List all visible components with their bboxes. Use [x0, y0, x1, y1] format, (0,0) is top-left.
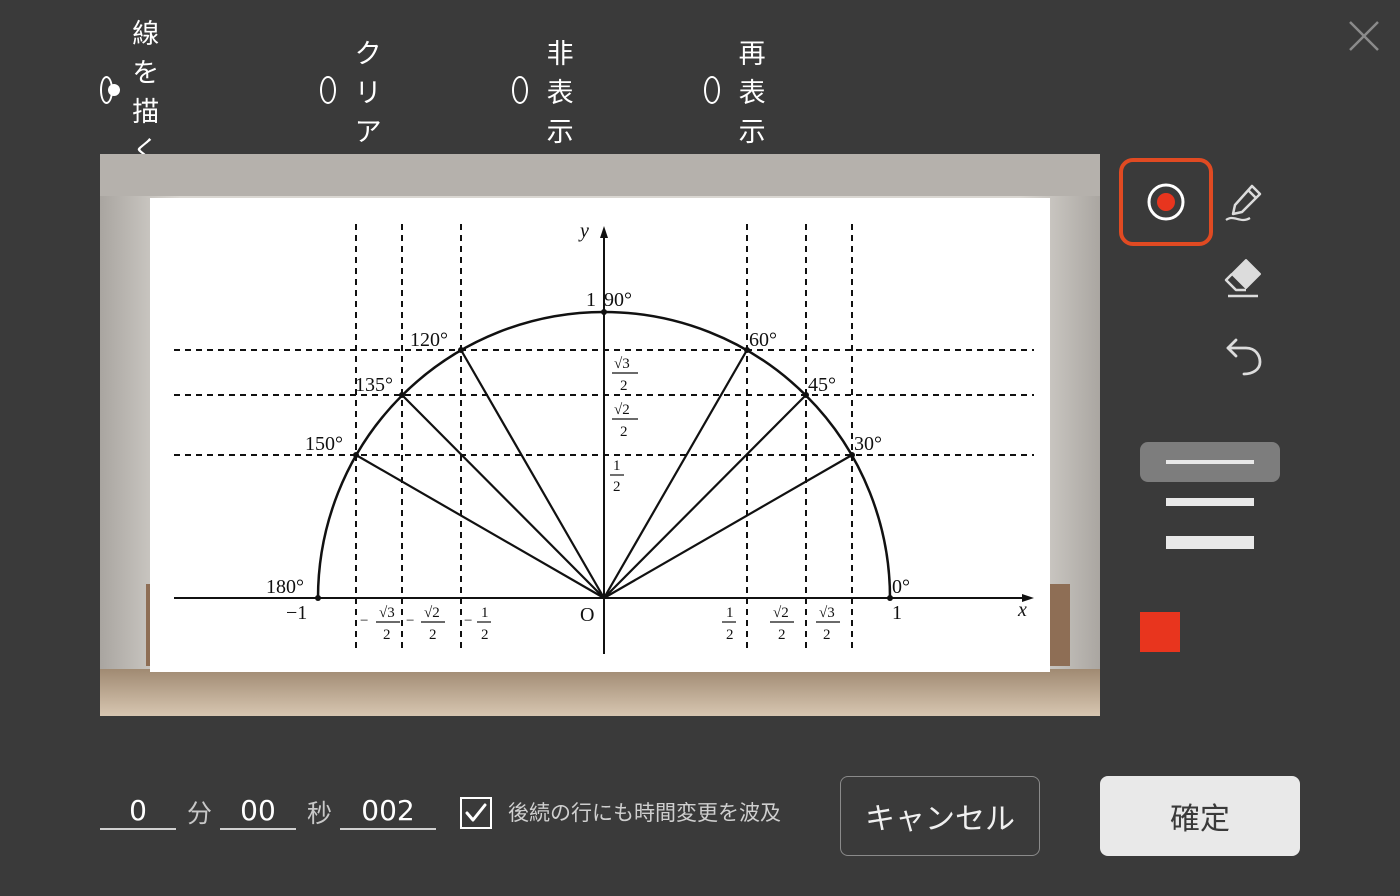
- minus-sign: −: [464, 613, 472, 629]
- video-frame: y x O 1 90° 120° 60° 135° 45° 150° 30° 1…: [100, 154, 1100, 716]
- top-value-label: 1: [586, 289, 596, 311]
- furniture-right: [1048, 584, 1070, 666]
- angle-label-30: 30°: [854, 433, 882, 455]
- angle-label-135: 135°: [355, 374, 393, 396]
- cascade-checkbox[interactable]: [460, 797, 492, 829]
- angle-label-45: 45°: [808, 374, 836, 396]
- line-width-thick[interactable]: [1140, 522, 1280, 562]
- close-icon[interactable]: [1346, 18, 1382, 54]
- mode-label: クリア: [354, 38, 382, 148]
- minus-sign: −: [406, 613, 414, 629]
- fraction-den: 2: [620, 424, 628, 440]
- angle-label-60: 60°: [749, 329, 777, 351]
- angle-label-150: 150°: [305, 433, 343, 455]
- minus-sign: −: [360, 613, 368, 629]
- fraction-sqrt3-num: √3: [614, 356, 630, 372]
- seconds-unit-label: 秒: [307, 799, 333, 828]
- fraction-input[interactable]: 002: [340, 790, 436, 830]
- fraction-sqrt3-num: √3: [379, 605, 395, 621]
- fraction-sqrt2-num: √2: [424, 605, 440, 621]
- fraction-den: 2: [383, 627, 391, 643]
- room-ceiling: [100, 154, 1100, 196]
- record-tool-button[interactable]: [1119, 158, 1213, 246]
- radio-button[interactable]: [100, 76, 120, 104]
- fraction-den: 2: [726, 627, 734, 643]
- radio-button[interactable]: [320, 76, 336, 104]
- cascade-checkbox-label: 後続の行にも時間変更を波及: [508, 801, 781, 825]
- angle-label-0: 0°: [892, 576, 910, 598]
- cancel-button[interactable]: キャンセル: [840, 776, 1040, 856]
- fraction-den: 2: [620, 378, 628, 394]
- origin-label: O: [580, 604, 594, 626]
- line-width-thin[interactable]: [1140, 442, 1280, 482]
- mode-option-clear[interactable]: クリア: [320, 39, 394, 148]
- pen-color-swatch[interactable]: [1140, 612, 1180, 652]
- x-axis-label: x: [1017, 599, 1027, 621]
- radio-button[interactable]: [512, 76, 528, 104]
- undo-icon[interactable]: [1222, 334, 1266, 378]
- angle-label-90: 90°: [604, 289, 632, 311]
- checkmark-icon: [465, 803, 487, 822]
- line-width-medium[interactable]: [1140, 482, 1280, 522]
- mode-label: 線を描く: [132, 19, 160, 167]
- room-floor: [100, 669, 1100, 716]
- neg-one-label: −1: [286, 602, 307, 624]
- fraction-den: 2: [778, 627, 786, 643]
- radio-button[interactable]: [704, 76, 720, 104]
- seconds-input[interactable]: 00: [220, 790, 296, 830]
- line-width-sample: [1166, 460, 1254, 464]
- confirm-button[interactable]: 確定: [1100, 776, 1300, 856]
- minutes-unit-label: 分: [187, 799, 213, 828]
- mode-option-show[interactable]: 再表示: [704, 39, 778, 148]
- angle-label-180: 180°: [266, 576, 304, 598]
- radio-dot: [108, 84, 120, 96]
- fraction-den: 2: [429, 627, 437, 643]
- fraction-den: 2: [613, 479, 621, 495]
- mode-label: 非表示: [546, 38, 574, 148]
- trig-unit-circle-figure: y x O 1 90° 120° 60° 135° 45° 150° 30° 1…: [150, 198, 1050, 672]
- y-axis-label: y: [578, 220, 589, 242]
- fraction-den: 2: [481, 627, 489, 643]
- mode-option-draw[interactable]: 線を描く: [100, 19, 174, 167]
- fraction-half-num: 1: [481, 605, 489, 621]
- one-label: 1: [892, 602, 902, 624]
- mode-label: 再表示: [738, 38, 766, 148]
- drawing-canvas[interactable]: y x O 1 90° 120° 60° 135° 45° 150° 30° 1…: [100, 154, 1100, 716]
- fraction-half-num: 1: [613, 458, 621, 474]
- minutes-input[interactable]: 0: [100, 790, 176, 830]
- fraction-den: 2: [823, 627, 831, 643]
- record-icon: [1147, 183, 1185, 221]
- line-width-sample: [1166, 498, 1254, 506]
- fraction-sqrt3-num: √3: [819, 605, 835, 621]
- angle-label-120: 120°: [410, 329, 448, 351]
- eraser-icon[interactable]: [1222, 256, 1266, 300]
- fraction-sqrt2-num: √2: [773, 605, 789, 621]
- fraction-half-num: 1: [726, 605, 734, 621]
- pen-icon[interactable]: [1222, 180, 1266, 224]
- whiteboard: [150, 198, 1050, 672]
- line-width-sample: [1166, 536, 1254, 549]
- fraction-sqrt2-num: √2: [614, 402, 630, 418]
- mode-option-hide[interactable]: 非表示: [512, 39, 586, 148]
